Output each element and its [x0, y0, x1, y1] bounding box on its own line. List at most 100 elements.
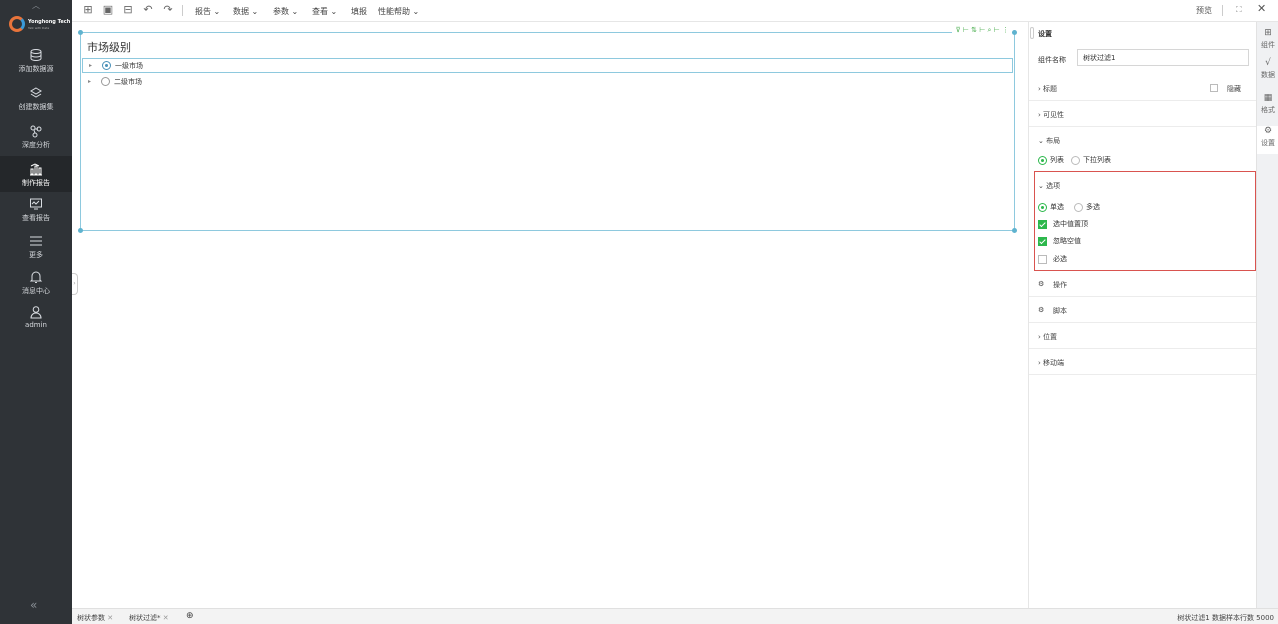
expand-arrow-icon[interactable]: ▸: [89, 62, 92, 69]
nav-item-message-center[interactable]: 消息中心: [0, 270, 72, 306]
preview-button[interactable]: 预览: [1196, 5, 1212, 16]
report-chart-icon: [30, 163, 42, 176]
menu-report[interactable]: 报告 ⌄: [195, 6, 220, 17]
user-icon: [30, 306, 42, 319]
gear-icon: ⚙: [1038, 306, 1045, 314]
section-layout[interactable]: ⌄ 布局: [1029, 127, 1257, 153]
tab-format[interactable]: ▦ 格式: [1257, 93, 1278, 121]
option-radio[interactable]: [102, 61, 111, 70]
menu-params[interactable]: 参数 ⌄: [273, 6, 298, 17]
nav-item-add-datasource[interactable]: 添加数据源: [0, 48, 72, 84]
tab-label: 树状参数: [77, 614, 105, 622]
menu-data[interactable]: 数据 ⌄: [233, 6, 258, 17]
required-checkbox[interactable]: 必选: [1038, 254, 1067, 264]
nav-item-label: 深度分析: [22, 141, 50, 149]
checkbox-unchecked[interactable]: [1038, 254, 1047, 264]
expand-sidebar-tab[interactable]: ›: [72, 273, 78, 295]
section-title[interactable]: › 标题 隐藏: [1029, 75, 1257, 101]
radio-on[interactable]: [1038, 202, 1047, 212]
resize-handle[interactable]: [78, 30, 83, 35]
panel-header: 设置: [1029, 22, 1257, 44]
close-icon[interactable]: ✕: [1257, 2, 1266, 15]
tree-option-row[interactable]: ▸ 一级市场: [82, 58, 1013, 73]
option-label: 列表: [1050, 156, 1064, 164]
nav-item-create-dataset[interactable]: 创建数据集: [0, 86, 72, 122]
component-toolbar[interactable]: ⊽ ⊢ ⇅ ⊢ ⌕ ⊢ ⋮: [952, 26, 1012, 37]
add-tab-icon[interactable]: ⊕: [186, 611, 194, 621]
nav-item-label: 添加数据源: [18, 65, 54, 73]
nav-item-deep-analysis[interactable]: 深度分析: [0, 124, 72, 160]
section-options-header[interactable]: ⌄ 选项: [1038, 181, 1060, 191]
nav-item-more[interactable]: 更多: [0, 234, 72, 270]
nav-item-view-report[interactable]: 查看报告: [0, 197, 72, 233]
report-canvas[interactable]: ⊽ ⊢ ⇅ ⊢ ⌕ ⊢ ⋮ 市场级别 ▸ 一级市场 ▸ 二级市场: [72, 22, 1028, 608]
layout-list-option[interactable]: 列表: [1038, 155, 1064, 165]
tab-component[interactable]: ⊞ 组件: [1257, 28, 1278, 56]
component-name-input[interactable]: [1077, 49, 1249, 66]
section-position[interactable]: › 位置: [1029, 323, 1257, 349]
report-tab[interactable]: 树状参数 ✕: [77, 613, 113, 623]
tab-label: 组件: [1261, 41, 1275, 49]
section-label: 脚本: [1053, 307, 1067, 315]
logo-tagline: Talk with Data: [28, 26, 50, 30]
component-name-label: 组件名称: [1038, 56, 1066, 64]
single-select-option[interactable]: 单选: [1038, 202, 1064, 212]
tree-option-row[interactable]: ▸ 二级市场: [82, 75, 1013, 90]
tree-filter-component[interactable]: ⊽ ⊢ ⇅ ⊢ ⌕ ⊢ ⋮ 市场级别 ▸ 一级市场 ▸ 二级市场: [78, 26, 1017, 233]
expand-arrow-icon[interactable]: ▸: [88, 78, 91, 85]
section-label: 操作: [1053, 281, 1067, 289]
resize-handle[interactable]: [1012, 228, 1017, 233]
section-mobile[interactable]: › 移动端: [1029, 349, 1257, 375]
close-icon[interactable]: ✕: [107, 614, 113, 622]
nav-item-label: 更多: [29, 251, 43, 259]
report-tab-active[interactable]: 树状过滤* ✕: [129, 613, 169, 623]
checkbox-checked[interactable]: [1038, 219, 1047, 229]
layout-dropdown-option[interactable]: 下拉列表: [1071, 155, 1111, 165]
gear-icon: ⚙: [1038, 280, 1045, 288]
close-icon[interactable]: ✕: [163, 614, 169, 622]
nav-item-label: admin: [25, 321, 47, 329]
hide-checkbox[interactable]: [1210, 84, 1218, 92]
menu-fill[interactable]: 填报: [351, 6, 367, 17]
left-nav: ︿ Yonghong Tech Talk with Data 添加数据源 创建数…: [0, 0, 72, 624]
bottom-tab-bar: 树状参数 ✕ 树状过滤* ✕ ⊕ 树状过滤1 数据样本行数 5000: [72, 608, 1278, 624]
redo-icon[interactable]: ↷: [162, 4, 174, 16]
panel-grip[interactable]: [1030, 27, 1034, 39]
section-label: › 标题: [1038, 85, 1058, 93]
resize-handle[interactable]: [78, 228, 83, 233]
toolbar-divider: [1222, 5, 1223, 16]
tab-data[interactable]: √ 数据: [1257, 58, 1278, 86]
option-label: 单选: [1050, 203, 1064, 211]
menu-performance-help[interactable]: 性能帮助 ⌄: [378, 6, 419, 17]
menu-icon: [30, 236, 42, 246]
status-text: 树状过滤1 数据样本行数 5000: [1177, 614, 1274, 622]
logo: Yonghong Tech Talk with Data: [9, 16, 70, 36]
section-visibility[interactable]: › 可见性: [1029, 101, 1257, 127]
section-script[interactable]: ⚙ 脚本: [1029, 297, 1257, 323]
vertical-tab-strip: ⊞ 组件 √ 数据 ▦ 格式 ⚙ 设置: [1256, 22, 1278, 608]
new-report-icon[interactable]: ⊞: [82, 4, 94, 16]
radio-off[interactable]: [1071, 155, 1080, 165]
nav-item-user[interactable]: admin: [0, 305, 72, 341]
fullscreen-icon[interactable]: ⛶: [1236, 5, 1242, 15]
select-first-checkbox[interactable]: 选中值置顶: [1038, 219, 1088, 229]
save-as-icon[interactable]: ⊟: [122, 4, 134, 16]
radio-on[interactable]: [1038, 155, 1047, 165]
option-radio[interactable]: [101, 77, 110, 86]
radio-off[interactable]: [1074, 202, 1083, 212]
section-operation[interactable]: ⚙ 操作: [1029, 271, 1257, 297]
tab-settings[interactable]: ⚙ 设置: [1257, 126, 1278, 154]
collapse-nav-icon[interactable]: «: [30, 598, 37, 612]
multi-select-option[interactable]: 多选: [1074, 202, 1100, 212]
chevron-up-icon[interactable]: ︿: [29, 0, 43, 10]
save-icon[interactable]: ▣: [102, 4, 114, 16]
resize-handle[interactable]: [1012, 30, 1017, 35]
nav-item-label: 制作报告: [22, 179, 50, 187]
menu-view[interactable]: 查看 ⌄: [312, 6, 337, 17]
ignore-null-checkbox[interactable]: 忽略空值: [1038, 236, 1081, 246]
option-label: 多选: [1086, 203, 1100, 211]
monitor-icon: [30, 198, 42, 210]
undo-icon[interactable]: ↶: [142, 4, 154, 16]
nav-item-make-report[interactable]: 制作报告: [0, 156, 72, 192]
checkbox-checked[interactable]: [1038, 236, 1047, 246]
